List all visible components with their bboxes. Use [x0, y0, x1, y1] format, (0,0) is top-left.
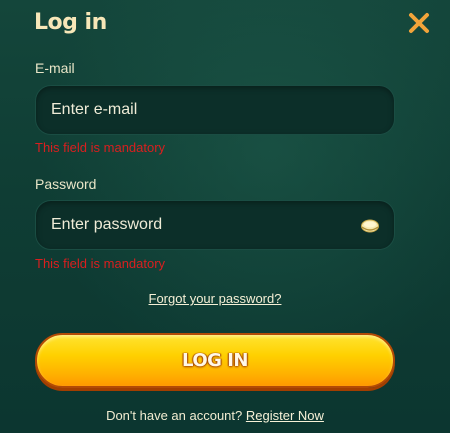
login-button[interactable]: LOG IN: [35, 333, 395, 388]
register-prompt: Don't have an account? Register Now: [0, 408, 430, 423]
email-label: E-mail: [35, 60, 75, 76]
forgot-password-link[interactable]: Forgot your password?: [0, 291, 430, 306]
login-button-label: LOG IN: [182, 350, 248, 371]
register-prompt-text: Don't have an account?: [106, 408, 243, 423]
email-field-wrapper: [35, 85, 395, 135]
login-modal: Log in E-mail This field is mandatory Pa…: [0, 0, 450, 433]
password-field-wrapper: [35, 200, 395, 250]
email-error: This field is mandatory: [35, 140, 166, 155]
modal-title: Log in: [34, 10, 107, 35]
email-input[interactable]: [51, 86, 351, 134]
close-icon[interactable]: [406, 10, 432, 36]
password-label: Password: [35, 176, 97, 192]
eye-icon[interactable]: [360, 217, 380, 235]
password-error: This field is mandatory: [35, 256, 166, 271]
register-now-link[interactable]: Register Now: [246, 408, 324, 423]
password-input[interactable]: [51, 201, 351, 249]
